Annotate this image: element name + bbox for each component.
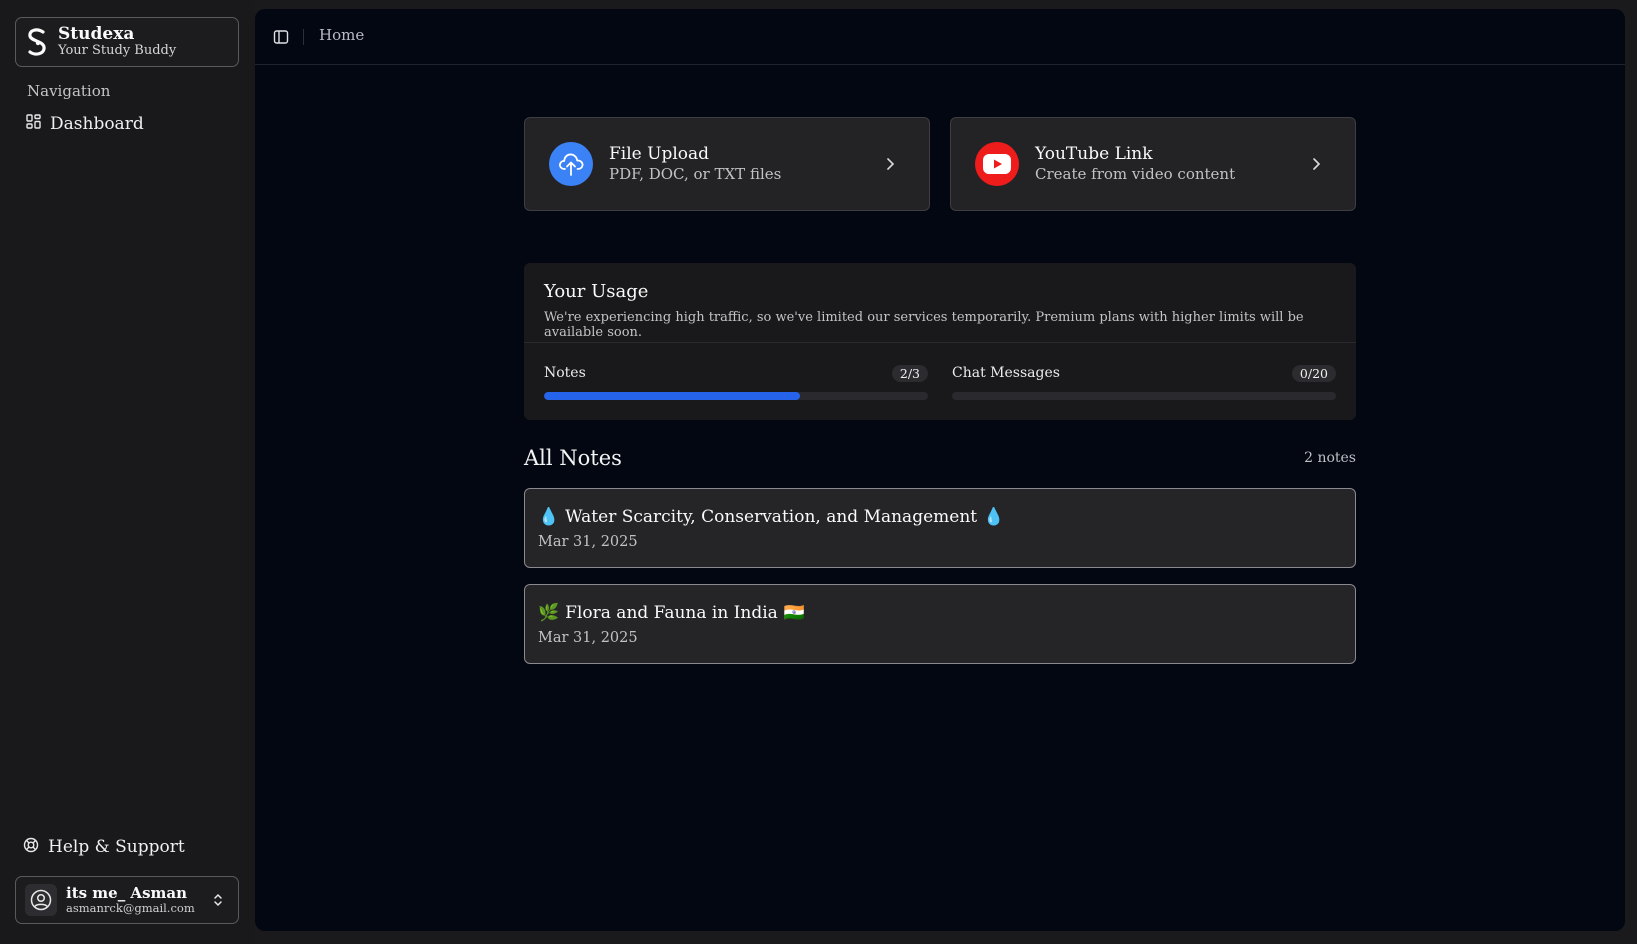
droplet-emoji-icon: 💧 [538, 507, 560, 527]
studexa-logo-icon [25, 25, 49, 59]
breadcrumb[interactable]: Home [319, 26, 364, 44]
herb-emoji-icon: 🌿 [538, 603, 560, 623]
sidebar: Studexa Your Study Buddy Navigation Dash… [0, 0, 255, 944]
india-flag-emoji-icon: 🇮🇳 [783, 603, 805, 623]
progress-track [544, 392, 928, 400]
file-upload-card[interactable]: File Upload PDF, DOC, or TXT files [524, 117, 930, 211]
usage-description: We're experiencing high traffic, so we'v… [544, 310, 1304, 340]
notes-header: All Notes 2 notes [524, 444, 1356, 472]
chat-usage-meter: Chat Messages 0/20 [952, 362, 1336, 400]
note-date: Mar 31, 2025 [538, 630, 638, 646]
help-support-link[interactable]: Help & Support [18, 832, 240, 862]
top-bar: Home [255, 9, 1625, 65]
dashboard-icon [26, 114, 41, 134]
note-title-row: 🌿 Flora and Fauna in India 🇮🇳 [538, 603, 805, 623]
user-email: asmanrck@gmail.com [66, 901, 195, 916]
brand-name: Studexa [58, 23, 135, 44]
note-card[interactable]: 💧 Water Scarcity, Conservation, and Mana… [524, 488, 1356, 568]
notes-count: 2 notes [1304, 450, 1356, 466]
meter-badge: 2/3 [891, 364, 928, 382]
progress-fill [544, 392, 800, 400]
meter-label: Chat Messages [952, 365, 1060, 381]
card-title: File Upload [609, 144, 710, 165]
note-title: Water Scarcity, Conservation, and Manage… [565, 507, 978, 527]
usage-divider [524, 342, 1356, 343]
note-title: Flora and Fauna in India [565, 603, 778, 623]
avatar [25, 884, 57, 916]
user-circle-icon [30, 889, 52, 911]
progress-track [952, 392, 1336, 400]
meter-badge: 0/20 [1291, 364, 1336, 382]
chevrons-up-down-icon [206, 892, 230, 908]
note-date: Mar 31, 2025 [538, 534, 638, 550]
usage-panel: Your Usage We're experiencing high traff… [524, 263, 1356, 420]
user-name: its me_ Asman [66, 884, 188, 903]
sidebar-toggle-icon[interactable] [271, 27, 291, 47]
lifebuoy-icon [23, 837, 39, 858]
dashboard-content: File Upload PDF, DOC, or TXT files YouTu… [524, 117, 1356, 664]
card-subtitle: PDF, DOC, or TXT files [609, 165, 782, 184]
chevron-right-icon [1311, 154, 1327, 174]
brand-tagline: Your Study Buddy [58, 43, 177, 59]
cloud-upload-icon [549, 142, 593, 186]
brand-switcher[interactable]: Studexa Your Study Buddy [15, 17, 239, 67]
note-card[interactable]: 🌿 Flora and Fauna in India 🇮🇳 Mar 31, 20… [524, 584, 1356, 664]
sidebar-item-label: Dashboard [50, 114, 144, 134]
droplet-emoji-icon: 💧 [983, 507, 1005, 527]
usage-title: Your Usage [544, 281, 649, 302]
youtube-link-card[interactable]: YouTube Link Create from video content [950, 117, 1356, 211]
help-support-label: Help & Support [48, 837, 185, 857]
notes-title: All Notes [524, 446, 622, 470]
card-title: YouTube Link [1035, 144, 1153, 165]
create-cards: File Upload PDF, DOC, or TXT files YouTu… [524, 117, 1356, 211]
nav-section-label: Navigation [27, 82, 111, 100]
youtube-icon [975, 142, 1019, 186]
app-window: Studexa Your Study Buddy Navigation Dash… [0, 0, 1637, 944]
user-menu[interactable]: its me_ Asman asmanrck@gmail.com [15, 876, 239, 924]
notes-usage-meter: Notes 2/3 [544, 362, 928, 400]
card-subtitle: Create from video content [1035, 165, 1236, 184]
meter-label: Notes [544, 365, 586, 381]
chevron-right-icon [885, 154, 901, 174]
sidebar-item-dashboard[interactable]: Dashboard [20, 109, 240, 139]
main-panel: Home File Upload PDF, DOC, or TXT files [255, 9, 1625, 931]
note-title-row: 💧 Water Scarcity, Conservation, and Mana… [538, 507, 1004, 527]
topbar-divider [303, 29, 304, 45]
